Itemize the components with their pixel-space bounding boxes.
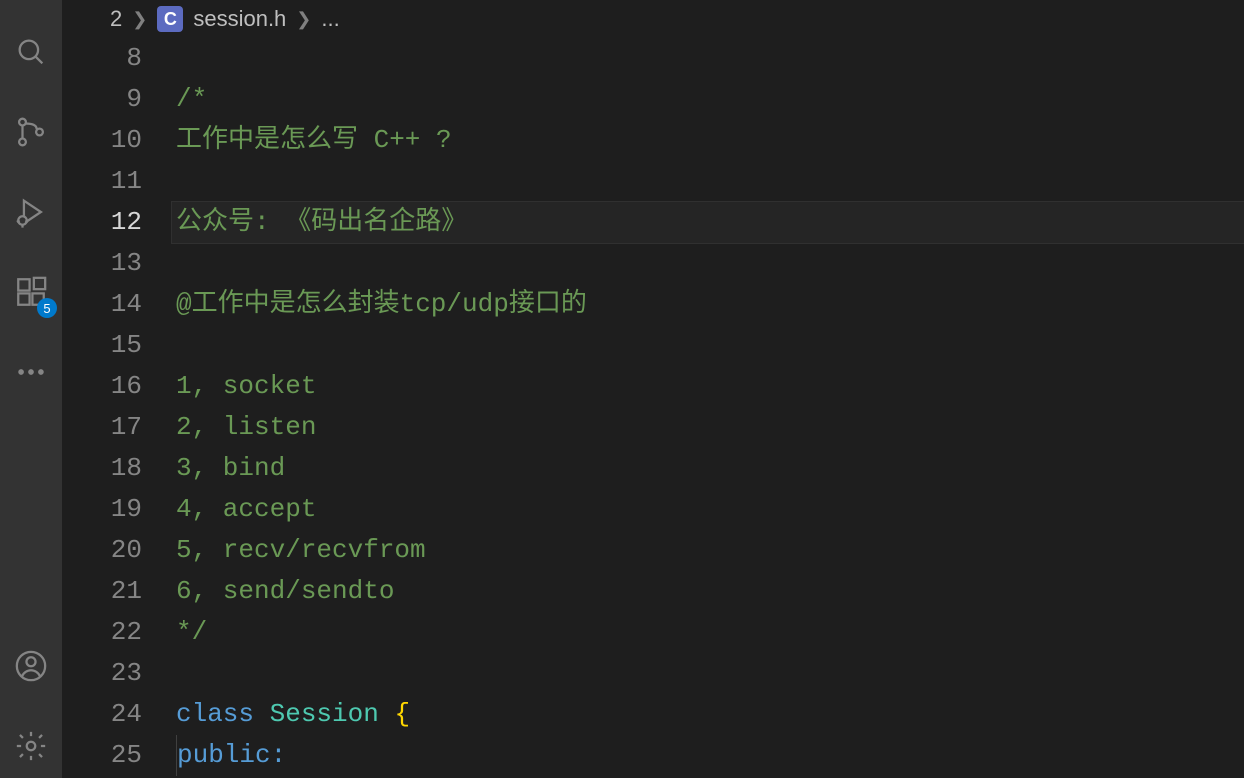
line-number: 9 — [62, 79, 142, 120]
editor-main: 2 ❯ C session.h ❯ ... 891011121314151617… — [62, 0, 1244, 778]
code-line[interactable]: /* — [172, 79, 1244, 120]
search-icon[interactable] — [7, 28, 55, 76]
code-line[interactable]: 公众号: 《码出名企路》 — [172, 202, 1244, 243]
code-line[interactable] — [172, 325, 1244, 366]
extensions-icon[interactable]: 5 — [7, 268, 55, 316]
language-badge-icon: C — [157, 6, 183, 32]
code-line[interactable]: @工作中是怎么封装tcp/udp接口的 — [172, 284, 1244, 325]
line-number: 18 — [62, 448, 142, 489]
code-line[interactable]: 工作中是怎么写 C++ ? — [172, 120, 1244, 161]
breadcrumb-filename: session.h — [193, 6, 286, 32]
line-number: 21 — [62, 571, 142, 612]
line-number: 25 — [62, 735, 142, 776]
line-number: 20 — [62, 530, 142, 571]
code-line[interactable]: class Session { — [172, 694, 1244, 735]
code-line[interactable]: */ — [172, 612, 1244, 653]
code-editor[interactable]: 8910111213141516171819202122232425 /*工作中… — [62, 38, 1244, 778]
line-number: 8 — [62, 38, 142, 79]
code-line[interactable]: 6, send/sendto — [172, 571, 1244, 612]
line-number: 17 — [62, 407, 142, 448]
line-number: 13 — [62, 243, 142, 284]
code-line[interactable] — [172, 653, 1244, 694]
breadcrumb[interactable]: 2 ❯ C session.h ❯ ... — [62, 0, 1244, 38]
breadcrumb-rest: ... — [321, 6, 339, 32]
code-line[interactable]: 3, bind — [172, 448, 1244, 489]
line-number: 15 — [62, 325, 142, 366]
run-debug-icon[interactable] — [7, 188, 55, 236]
line-number: 14 — [62, 284, 142, 325]
code-line[interactable]: 5, recv/recvfrom — [172, 530, 1244, 571]
extensions-badge: 5 — [37, 298, 57, 318]
settings-gear-icon[interactable] — [7, 722, 55, 770]
line-number: 22 — [62, 612, 142, 653]
line-number: 24 — [62, 694, 142, 735]
chevron-right-icon: ❯ — [296, 9, 311, 30]
line-number: 23 — [62, 653, 142, 694]
line-number: 10 — [62, 120, 142, 161]
line-number: 12 — [62, 202, 142, 243]
code-line[interactable] — [172, 38, 1244, 79]
code-line[interactable] — [172, 161, 1244, 202]
code-content[interactable]: /*工作中是怎么写 C++ ? 公众号: 《码出名企路》 @工作中是怎么封装tc… — [172, 38, 1244, 778]
code-line[interactable]: 2, listen — [172, 407, 1244, 448]
breadcrumb-prefix: 2 — [110, 6, 122, 32]
more-icon[interactable] — [7, 348, 55, 396]
line-number-gutter: 8910111213141516171819202122232425 — [62, 38, 172, 778]
line-number: 19 — [62, 489, 142, 530]
accounts-icon[interactable] — [7, 642, 55, 690]
code-line[interactable] — [172, 243, 1244, 284]
line-number: 11 — [62, 161, 142, 202]
line-number: 16 — [62, 366, 142, 407]
activity-bar: 5 — [0, 0, 62, 778]
code-line[interactable]: public: — [172, 735, 1244, 776]
chevron-right-icon: ❯ — [132, 9, 147, 30]
code-line[interactable]: 1, socket — [172, 366, 1244, 407]
source-control-icon[interactable] — [7, 108, 55, 156]
code-line[interactable]: 4, accept — [172, 489, 1244, 530]
